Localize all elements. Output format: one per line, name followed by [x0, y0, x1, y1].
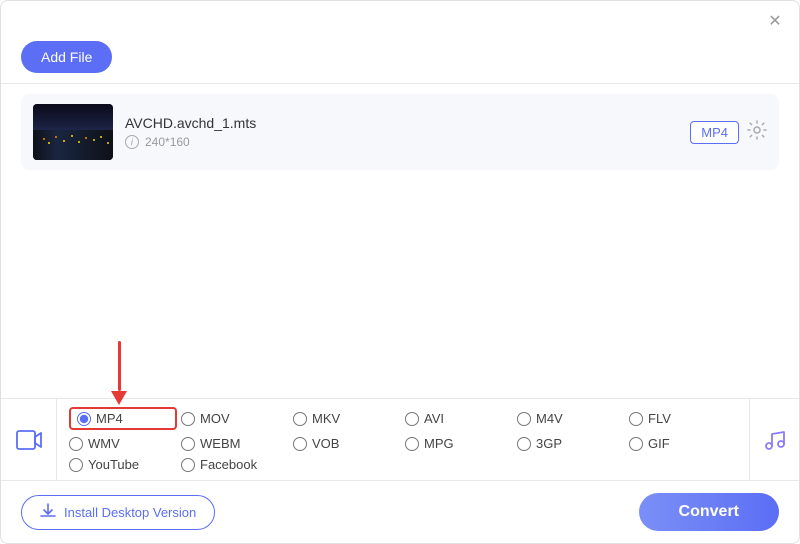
- format-label-m4v: M4V: [536, 411, 563, 426]
- bottom-bar: Install Desktop Version Convert: [1, 480, 799, 543]
- format-option-gif[interactable]: GIF: [629, 436, 737, 451]
- title-bar: ✕: [1, 1, 799, 35]
- format-label-wmv: WMV: [88, 436, 120, 451]
- format-badge[interactable]: MP4: [690, 121, 739, 144]
- format-option-mp4[interactable]: MP4: [69, 407, 177, 430]
- format-option-mov[interactable]: MOV: [181, 411, 289, 426]
- arrow-line: [118, 341, 121, 391]
- format-option-mpg[interactable]: MPG: [405, 436, 513, 451]
- format-tabs: MP4 MOV MKV AVI M4V: [1, 399, 799, 480]
- format-option-webm[interactable]: WEBM: [181, 436, 289, 451]
- file-thumbnail: [33, 104, 113, 160]
- format-option-m4v[interactable]: M4V: [517, 411, 625, 426]
- file-meta: i 240*160: [125, 135, 678, 149]
- format-label-mov: MOV: [200, 411, 230, 426]
- format-options-grid: MP4 MOV MKV AVI M4V: [57, 399, 749, 480]
- download-icon: [40, 503, 56, 522]
- format-label-flv: FLV: [648, 411, 671, 426]
- format-option-3gp[interactable]: 3GP: [517, 436, 625, 451]
- settings-icon[interactable]: [747, 120, 767, 145]
- format-area: MP4 MOV MKV AVI M4V: [1, 398, 799, 480]
- format-label-3gp: 3GP: [536, 436, 562, 451]
- info-icon: i: [125, 135, 139, 149]
- video-format-tab[interactable]: [1, 399, 57, 480]
- file-item: AVCHD.avchd_1.mts i 240*160 MP4: [21, 94, 779, 170]
- file-info: AVCHD.avchd_1.mts i 240*160: [125, 115, 678, 149]
- format-label-avi: AVI: [424, 411, 444, 426]
- format-label-webm: WEBM: [200, 436, 240, 451]
- file-actions: MP4: [690, 120, 767, 145]
- format-label-facebook: Facebook: [200, 457, 257, 472]
- install-label: Install Desktop Version: [64, 505, 196, 520]
- format-option-facebook[interactable]: Facebook: [181, 457, 289, 472]
- format-option-youtube[interactable]: YouTube: [69, 457, 177, 472]
- format-option-wmv[interactable]: WMV: [69, 436, 177, 451]
- audio-format-tab[interactable]: [749, 399, 799, 480]
- file-resolution: 240*160: [145, 135, 190, 149]
- format-label-mkv: MKV: [312, 411, 340, 426]
- convert-button[interactable]: Convert: [639, 493, 779, 531]
- format-label-gif: GIF: [648, 436, 670, 451]
- format-option-mkv[interactable]: MKV: [293, 411, 401, 426]
- arrow-annotation: [111, 341, 127, 405]
- add-file-button[interactable]: Add File: [21, 41, 112, 73]
- close-button[interactable]: ✕: [765, 11, 785, 31]
- format-option-vob[interactable]: VOB: [293, 436, 401, 451]
- toolbar: Add File: [1, 35, 799, 83]
- file-name: AVCHD.avchd_1.mts: [125, 115, 678, 131]
- format-option-avi[interactable]: AVI: [405, 411, 513, 426]
- format-label-vob: VOB: [312, 436, 339, 451]
- main-window: ✕ Add File: [0, 0, 800, 544]
- format-label-mpg: MPG: [424, 436, 454, 451]
- format-label-mp4: MP4: [96, 411, 123, 426]
- format-option-flv[interactable]: FLV: [629, 411, 737, 426]
- format-label-youtube: YouTube: [88, 457, 139, 472]
- arrow-head: [111, 391, 127, 405]
- install-desktop-button[interactable]: Install Desktop Version: [21, 495, 215, 530]
